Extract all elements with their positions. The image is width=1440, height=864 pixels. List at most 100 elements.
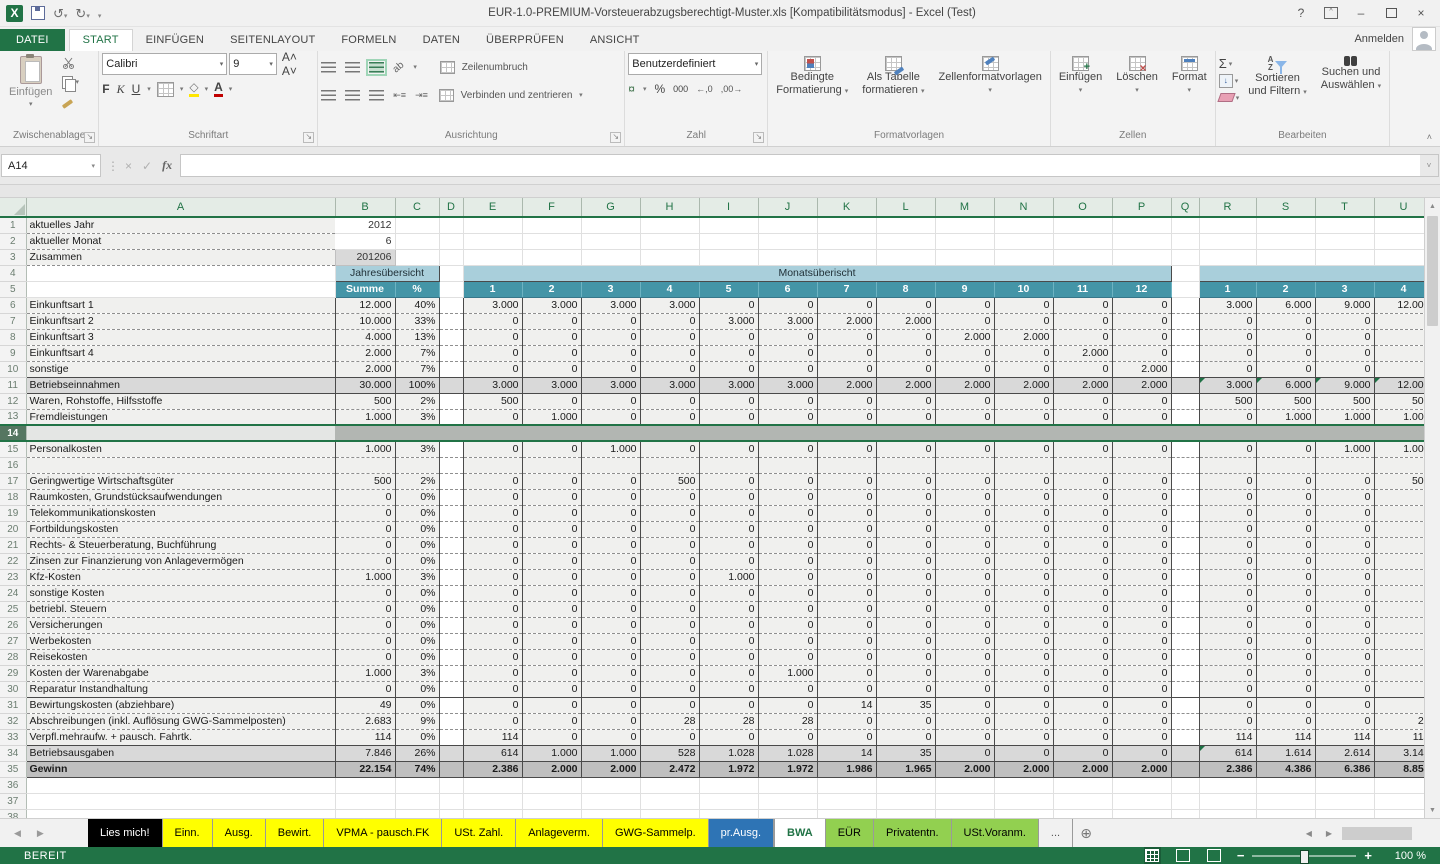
cell[interactable] xyxy=(439,809,463,818)
cell[interactable] xyxy=(1171,777,1199,793)
cell-month[interactable]: 0 xyxy=(876,617,935,633)
cell-cum[interactable]: 0 xyxy=(1199,329,1256,345)
cell-month[interactable]: 0 xyxy=(522,649,581,665)
cell[interactable] xyxy=(395,233,439,249)
row-header-35[interactable]: 35 xyxy=(0,761,26,777)
cell-month[interactable]: 0 xyxy=(522,665,581,681)
cell-month[interactable]: 0 xyxy=(817,569,876,585)
cell-month[interactable]: 1.028 xyxy=(758,745,817,761)
cell[interactable] xyxy=(1171,265,1199,281)
cell-month[interactable]: 0 xyxy=(817,473,876,489)
cell-month[interactable]: 0 xyxy=(817,393,876,409)
cell-month[interactable]: 3.000 xyxy=(581,297,640,313)
cell[interactable] xyxy=(581,217,640,233)
cell-a28[interactable]: Reisekosten xyxy=(26,649,335,665)
sheet-tab[interactable]: USt.Voranm. xyxy=(952,819,1039,847)
row-header-36[interactable]: 36 xyxy=(0,777,26,793)
cell-cum[interactable]: 0 xyxy=(1256,633,1315,649)
cell[interactable] xyxy=(1053,233,1112,249)
cell[interactable] xyxy=(1199,217,1256,233)
row-header-5[interactable]: 5 xyxy=(0,281,26,297)
decrease-decimal-button[interactable]: ,00→ xyxy=(721,84,743,94)
cell-c29[interactable]: 3% xyxy=(395,665,439,681)
cell[interactable] xyxy=(640,233,699,249)
sheet-tab[interactable]: Einn. xyxy=(163,819,213,847)
cell-c28[interactable]: 0% xyxy=(395,649,439,665)
cell-month[interactable]: 0 xyxy=(935,697,994,713)
cell-month[interactable]: 2.000 xyxy=(994,761,1053,777)
cell-month[interactable]: 1.000 xyxy=(522,745,581,761)
cell-month[interactable]: 0 xyxy=(935,713,994,729)
cell-month[interactable]: 3.000 xyxy=(522,377,581,393)
cell-month[interactable]: 0 xyxy=(1053,329,1112,345)
column-header-l[interactable]: L xyxy=(876,198,935,217)
cell-cum[interactable]: 0 xyxy=(1256,345,1315,361)
hscroll-left-icon[interactable]: ◀ xyxy=(1302,829,1316,838)
cell-cum[interactable]: 0 xyxy=(1315,473,1374,489)
cell-month[interactable]: 1.986 xyxy=(817,761,876,777)
cell[interactable] xyxy=(1171,745,1199,761)
column-header-i[interactable]: I xyxy=(699,198,758,217)
cell-month[interactable]: 0 xyxy=(1053,713,1112,729)
cell-c22[interactable]: 0% xyxy=(395,553,439,569)
cell-month[interactable]: 0 xyxy=(876,505,935,521)
cell-month[interactable]: 0 xyxy=(581,649,640,665)
cell-selected[interactable] xyxy=(1171,425,1199,441)
cell-month[interactable]: 0 xyxy=(935,745,994,761)
name-box[interactable]: A14▾ xyxy=(1,154,101,177)
column-header-f[interactable]: F xyxy=(522,198,581,217)
cell-cum[interactable]: 0 xyxy=(1315,553,1374,569)
cell-month[interactable]: 0 xyxy=(1112,473,1171,489)
cell-a34[interactable]: Betriebsausgaben xyxy=(26,745,335,761)
cell-month[interactable]: 0 xyxy=(1112,729,1171,745)
zoom-level[interactable]: 100 % xyxy=(1386,850,1426,862)
cell-month[interactable]: 0 xyxy=(817,649,876,665)
cell-month[interactable]: 0 xyxy=(935,729,994,745)
cell-b23[interactable]: 1.000 xyxy=(335,569,395,585)
cell-month[interactable]: 2.386 xyxy=(463,761,522,777)
cell[interactable] xyxy=(1315,793,1374,809)
cell[interactable] xyxy=(463,217,522,233)
cell-selected[interactable] xyxy=(463,425,522,441)
cell-a25[interactable]: betriebl. Steuern xyxy=(26,601,335,617)
cell-cum[interactable]: 0 xyxy=(1256,473,1315,489)
cell-month[interactable]: 0 xyxy=(994,697,1053,713)
cell-month[interactable]: 1.000 xyxy=(581,441,640,457)
cell-a29[interactable]: Kosten der Warenabgabe xyxy=(26,665,335,681)
cell[interactable] xyxy=(817,809,876,818)
cell-month[interactable]: 0 xyxy=(935,521,994,537)
cell-month[interactable]: 0 xyxy=(817,441,876,457)
cell-month[interactable]: 0 xyxy=(876,521,935,537)
orientation-button[interactable]: ab xyxy=(391,59,407,75)
cell[interactable] xyxy=(1171,665,1199,681)
insert-cells-button[interactable]: Einfügen▾ xyxy=(1054,53,1107,100)
cell-c30[interactable]: 0% xyxy=(395,681,439,697)
cell[interactable] xyxy=(439,393,463,409)
copy-button[interactable]: ▾ xyxy=(62,74,79,90)
cell-month[interactable]: 0 xyxy=(640,697,699,713)
cell[interactable] xyxy=(994,249,1053,265)
sheet-nav-left-icon[interactable]: ◀ xyxy=(14,828,21,839)
cell-month[interactable]: 0 xyxy=(994,505,1053,521)
cell-month[interactable]: 0 xyxy=(876,729,935,745)
align-middle-button[interactable] xyxy=(345,62,360,73)
cell[interactable] xyxy=(1171,489,1199,505)
cell-month[interactable]: 528 xyxy=(640,745,699,761)
cell[interactable] xyxy=(1199,809,1256,818)
cell-month[interactable]: 0 xyxy=(640,393,699,409)
cell[interactable] xyxy=(439,265,463,281)
align-right-button[interactable] xyxy=(369,90,384,101)
cell-cum[interactable]: 0 xyxy=(1199,665,1256,681)
cell-c23[interactable]: 3% xyxy=(395,569,439,585)
cell-a7[interactable]: Einkunftsart 2 xyxy=(26,313,335,329)
cell-month[interactable]: 0 xyxy=(640,329,699,345)
cell-month[interactable]: 2.000 xyxy=(1112,761,1171,777)
cell-month[interactable]: 0 xyxy=(994,649,1053,665)
hscroll-right-icon[interactable]: ▶ xyxy=(1322,829,1336,838)
cell-cum[interactable]: 500 xyxy=(1199,393,1256,409)
cell-cum[interactable]: 0 xyxy=(1199,713,1256,729)
cell[interactable] xyxy=(758,809,817,818)
row-header-6[interactable]: 6 xyxy=(0,297,26,313)
cell-month[interactable]: 0 xyxy=(581,489,640,505)
cell-month[interactable]: 0 xyxy=(817,729,876,745)
